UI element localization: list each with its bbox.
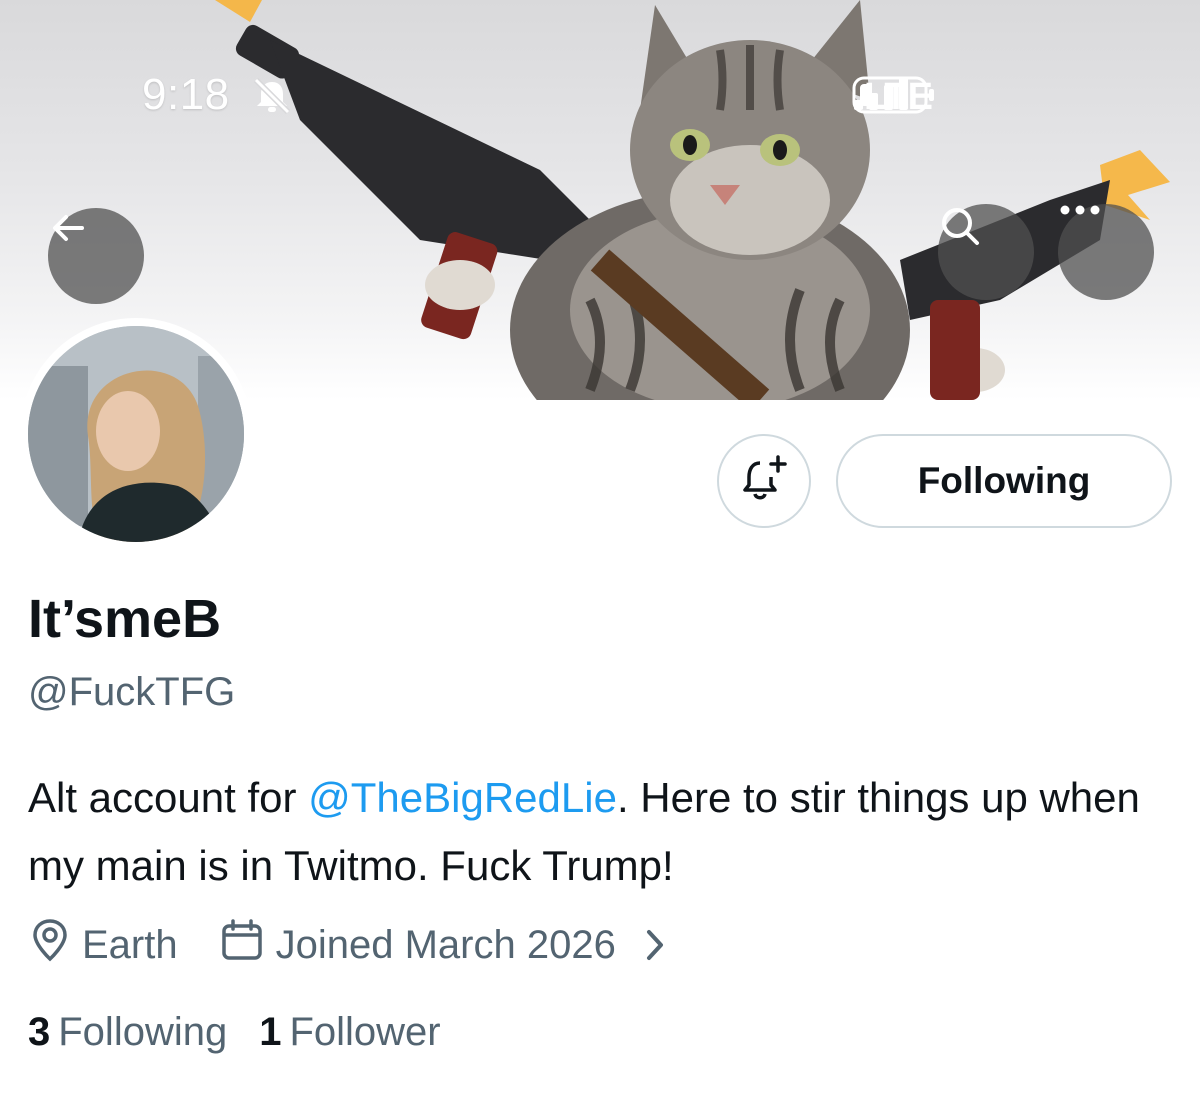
chevron-right-icon xyxy=(644,928,666,962)
more-options-button[interactable] xyxy=(1058,204,1154,300)
followers-count: 1 xyxy=(259,1010,282,1054)
following-stat[interactable]: 3 Following xyxy=(28,1010,227,1055)
search-button[interactable] xyxy=(938,204,1034,300)
location-pin-icon xyxy=(30,918,70,972)
avatar-photo xyxy=(28,326,244,542)
bell-plus-icon xyxy=(740,453,788,510)
following-count: 3 xyxy=(28,1010,51,1054)
user-handle: @FuckTFG xyxy=(28,670,236,714)
following-button[interactable]: Following xyxy=(836,434,1172,528)
calendar-icon xyxy=(220,919,264,971)
bio-text-prefix: Alt account for xyxy=(28,774,309,821)
status-indicators: LTE xyxy=(852,76,945,119)
notifications-toggle-button[interactable] xyxy=(717,434,811,528)
followers-stat[interactable]: 1 Follower xyxy=(259,1010,440,1055)
location-text: Earth xyxy=(82,922,178,967)
bio-mention-link[interactable]: @TheBigRedLie xyxy=(308,774,617,821)
location: Earth xyxy=(30,918,178,972)
display-name: It’smeB xyxy=(28,589,222,649)
back-button[interactable] xyxy=(48,208,144,304)
join-date-text: Joined March 2026 xyxy=(275,922,616,967)
follow-stats: 3 Following 1 Follower xyxy=(28,1010,441,1055)
profile-meta: Earth Joined March 2026 xyxy=(30,918,666,972)
profile-bio: Alt account for @TheBigRedLie. Here to s… xyxy=(28,764,1188,900)
status-time: 9:18 xyxy=(142,70,230,119)
avatar[interactable] xyxy=(20,318,252,550)
join-date[interactable]: Joined March 2026 xyxy=(220,919,666,971)
following-label: Following xyxy=(58,1010,228,1054)
followers-label: Follower xyxy=(289,1010,441,1054)
